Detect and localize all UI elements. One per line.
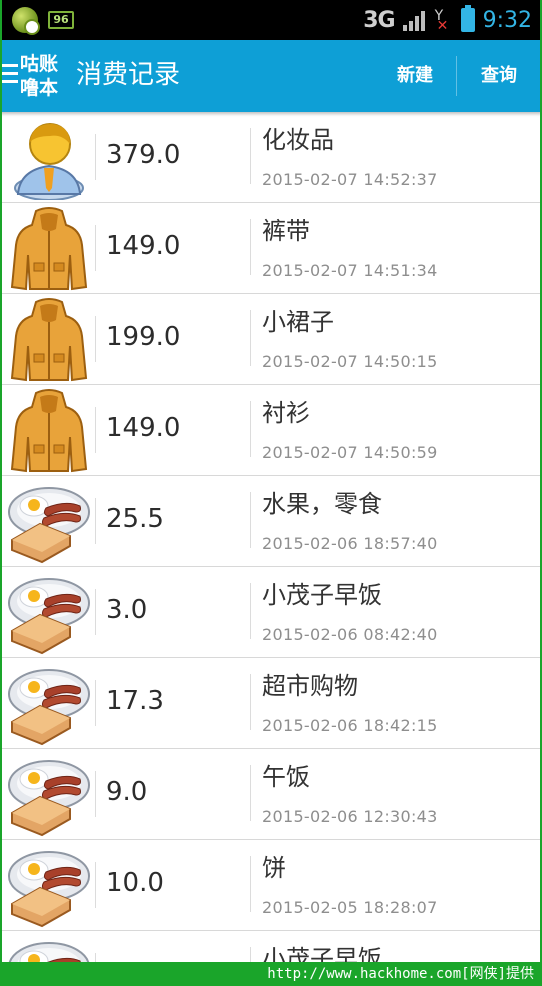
record-amount: 379.0 bbox=[106, 140, 181, 170]
record-amount: 199.0 bbox=[106, 322, 181, 352]
breakfast-icon bbox=[6, 842, 92, 928]
record-row[interactable]: 199.0 小裙子 2015-02-07 14:50:15 bbox=[0, 294, 542, 385]
record-name: 化妆品 bbox=[262, 126, 334, 154]
record-row[interactable]: 149.0 裤带 2015-02-07 14:51:34 bbox=[0, 203, 542, 294]
row-divider bbox=[250, 401, 251, 457]
person-icon bbox=[6, 114, 92, 201]
record-row[interactable]: 149.0 衬衫 2015-02-07 14:50:59 bbox=[0, 385, 542, 476]
record-amount: 149.0 bbox=[106, 231, 181, 261]
record-amount: 149.0 bbox=[106, 413, 181, 443]
record-amount: 3.0 bbox=[106, 595, 148, 625]
record-row[interactable]: 379.0 化妆品 2015-02-07 14:52:37 bbox=[0, 112, 542, 203]
record-time: 2015-02-06 18:42:15 bbox=[262, 716, 438, 735]
record-time: 2015-02-07 14:50:15 bbox=[262, 352, 438, 371]
record-time: 2015-02-07 14:52:37 bbox=[262, 170, 438, 189]
row-divider bbox=[95, 589, 96, 635]
row-divider bbox=[250, 128, 251, 184]
row-divider bbox=[95, 771, 96, 817]
record-time: 2015-02-07 14:50:59 bbox=[262, 443, 438, 462]
record-row[interactable]: 17.3 超市购物 2015-02-06 18:42:15 bbox=[0, 658, 542, 749]
record-name: 裤带 bbox=[262, 217, 310, 245]
row-divider bbox=[250, 583, 251, 639]
row-divider bbox=[95, 862, 96, 908]
record-name: 小裙子 bbox=[262, 308, 334, 336]
record-amount: 25.5 bbox=[106, 504, 164, 534]
record-row[interactable]: 3.0 小茂子早饭 2015-02-06 08:42:40 bbox=[0, 567, 542, 658]
sim2-no-signal-icon: Y ✕ bbox=[434, 8, 449, 34]
records-list[interactable]: 379.0 化妆品 2015-02-07 14:52:37 149.0 裤带 2015-… bbox=[0, 112, 542, 962]
breakfast-icon bbox=[6, 478, 92, 564]
row-divider bbox=[250, 492, 251, 548]
record-amount: 10.0 bbox=[106, 868, 164, 898]
battery-icon bbox=[460, 5, 475, 32]
jacket-icon bbox=[6, 387, 92, 473]
row-divider bbox=[250, 674, 251, 730]
row-divider bbox=[250, 219, 251, 275]
query-button[interactable]: 查询 bbox=[462, 40, 536, 112]
new-record-button[interactable]: 新建 bbox=[380, 40, 450, 112]
record-row[interactable]: 小茂子早饭 bbox=[0, 931, 542, 962]
breakfast-icon bbox=[6, 569, 92, 655]
record-row[interactable]: 10.0 饼 2015-02-05 18:28:07 bbox=[0, 840, 542, 931]
app-logo[interactable]: 咕账 噜本 bbox=[20, 52, 70, 100]
app-notification-icon bbox=[12, 7, 40, 35]
row-divider bbox=[250, 765, 251, 821]
record-time: 2015-02-07 14:51:34 bbox=[262, 261, 438, 280]
row-divider bbox=[95, 134, 96, 180]
breakfast-icon bbox=[6, 751, 92, 837]
record-name: 饼 bbox=[262, 854, 286, 882]
status-bar: 96 3G Y ✕ 9:32 bbox=[0, 0, 542, 40]
record-time: 2015-02-05 18:28:07 bbox=[262, 898, 438, 917]
notification-badge: 96 bbox=[48, 11, 74, 29]
record-time: 2015-02-06 08:42:40 bbox=[262, 625, 438, 644]
page-title: 消费记录 bbox=[76, 60, 181, 90]
logo-line-2: 噜本 bbox=[20, 77, 59, 99]
clock: 9:32 bbox=[482, 7, 532, 33]
action-bar: 咕账 噜本 消费记录 新建 查询 bbox=[0, 40, 542, 112]
record-name: 小茂子早饭 bbox=[262, 945, 382, 962]
jacket-icon bbox=[6, 205, 92, 291]
row-divider bbox=[95, 680, 96, 726]
row-divider bbox=[250, 310, 251, 366]
logo-line-1: 咕账 bbox=[20, 53, 59, 75]
row-divider bbox=[95, 953, 96, 962]
signal-strength-icon bbox=[402, 9, 425, 31]
record-amount: 9.0 bbox=[106, 777, 148, 807]
row-divider bbox=[95, 316, 96, 362]
record-amount: 17.3 bbox=[106, 686, 164, 716]
network-type: 3G bbox=[363, 7, 395, 33]
row-divider bbox=[250, 947, 251, 962]
row-divider bbox=[95, 407, 96, 453]
record-name: 水果，零食 bbox=[262, 490, 382, 518]
record-row[interactable]: 9.0 午饭 2015-02-06 12:30:43 bbox=[0, 749, 542, 840]
record-time: 2015-02-06 18:57:40 bbox=[262, 534, 438, 553]
menu-icon[interactable] bbox=[2, 64, 18, 88]
jacket-icon bbox=[6, 296, 92, 382]
action-divider bbox=[456, 56, 457, 96]
record-time: 2015-02-06 12:30:43 bbox=[262, 807, 438, 826]
record-name: 超市购物 bbox=[262, 672, 358, 700]
breakfast-icon bbox=[6, 660, 92, 746]
row-divider bbox=[95, 225, 96, 271]
record-name: 午饭 bbox=[262, 763, 310, 791]
row-divider bbox=[250, 856, 251, 912]
record-name: 衬衫 bbox=[262, 399, 310, 427]
watermark: http://www.hackhome.com[网侠]提供 bbox=[0, 962, 542, 986]
record-row[interactable]: 25.5 水果，零食 2015-02-06 18:57:40 bbox=[0, 476, 542, 567]
breakfast-icon bbox=[6, 933, 92, 962]
row-divider bbox=[95, 498, 96, 544]
record-name: 小茂子早饭 bbox=[262, 581, 382, 609]
